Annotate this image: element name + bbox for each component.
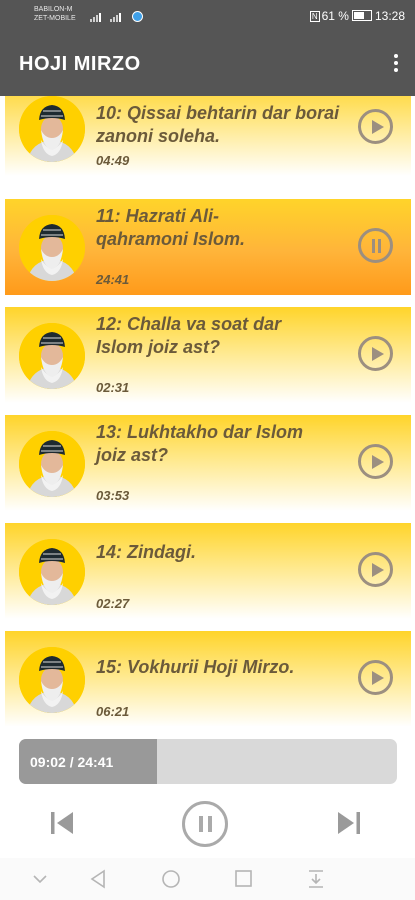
track-item[interactable]: 14: Zindagi. 02:27 [5,523,411,619]
pause-icon[interactable] [358,228,393,263]
track-item[interactable]: 15: Vokhurii Hoji Mirzo. 06:21 [5,631,411,726]
track-list[interactable]: 10: Qissai behtarin dar borai zanoni sol… [0,96,415,726]
progress-time: 09:02 / 24:41 [30,754,114,770]
track-title: 11: Hazrati Ali-qahramoni Islom. [96,206,246,249]
notification-pull-icon[interactable] [306,868,326,890]
avatar [19,647,85,713]
track-item[interactable]: 10: Qissai behtarin dar borai zanoni sol… [5,96,411,176]
carrier-2: ZET-MOBILE [34,15,76,22]
home-icon[interactable] [160,868,182,890]
track-title: 14: Zindagi. [96,542,197,562]
play-icon[interactable] [358,552,393,587]
track-duration: 06:21 [96,704,130,719]
signal-icon [110,12,124,22]
skip-next-icon[interactable] [333,808,363,838]
battery-percent: 61 % [321,9,349,23]
track-item[interactable]: 11: Hazrati Ali-qahramoni Islom. 24:41 [5,199,411,295]
system-nav-bar [0,858,415,900]
signal-icon [90,12,104,22]
app-title: HOJI MIRZO [19,53,141,75]
nfc-icon: N [309,11,320,22]
chevron-down-icon[interactable] [32,868,48,890]
track-duration: 03:53 [96,488,130,503]
carrier-info: BABILON-M ZET-MOBILE [34,5,76,23]
app-bar: HOJI MIRZO [0,34,415,96]
status-right: N 61 % 13:28 [309,9,405,23]
play-icon[interactable] [358,660,393,695]
avatar [19,96,85,162]
track-title: 15: Vokhurii Hoji Mirzo. [96,657,295,677]
track-item[interactable]: 12: Challa va soat dar Islom joiz ast? 0… [5,307,411,403]
pause-circle-icon[interactable] [182,801,228,847]
carrier-1: BABILON-M [34,6,73,13]
clock: 13:28 [374,9,405,23]
play-icon[interactable] [358,336,393,371]
avatar [19,323,85,389]
battery-icon [351,10,372,21]
track-title: 13: Lukhtakho dar Islom joiz ast? [96,422,304,465]
status-bar: BABILON-M ZET-MOBILE N 61 % 13:28 [0,0,415,34]
track-duration: 04:49 [96,153,130,168]
more-vert-icon[interactable] [391,54,401,76]
recents-icon[interactable] [233,868,253,890]
avatar [19,215,85,281]
track-item[interactable]: 13: Lukhtakho dar Islom joiz ast? 03:53 [5,415,411,511]
progress-bar[interactable]: 09:02 / 24:41 [19,739,397,784]
skip-previous-icon[interactable] [48,808,78,838]
track-title: 12: Challa va soat dar Islom joiz ast? [96,314,282,357]
play-icon[interactable] [358,444,393,479]
track-duration: 02:27 [96,596,130,611]
avatar [19,431,85,497]
notification-dot-icon [132,11,143,22]
back-icon[interactable] [88,868,108,890]
play-icon[interactable] [358,109,393,144]
avatar [19,539,85,605]
track-duration: 24:41 [96,272,130,287]
track-title: 10: Qissai behtarin dar borai zanoni sol… [96,103,340,146]
track-duration: 02:31 [96,380,130,395]
